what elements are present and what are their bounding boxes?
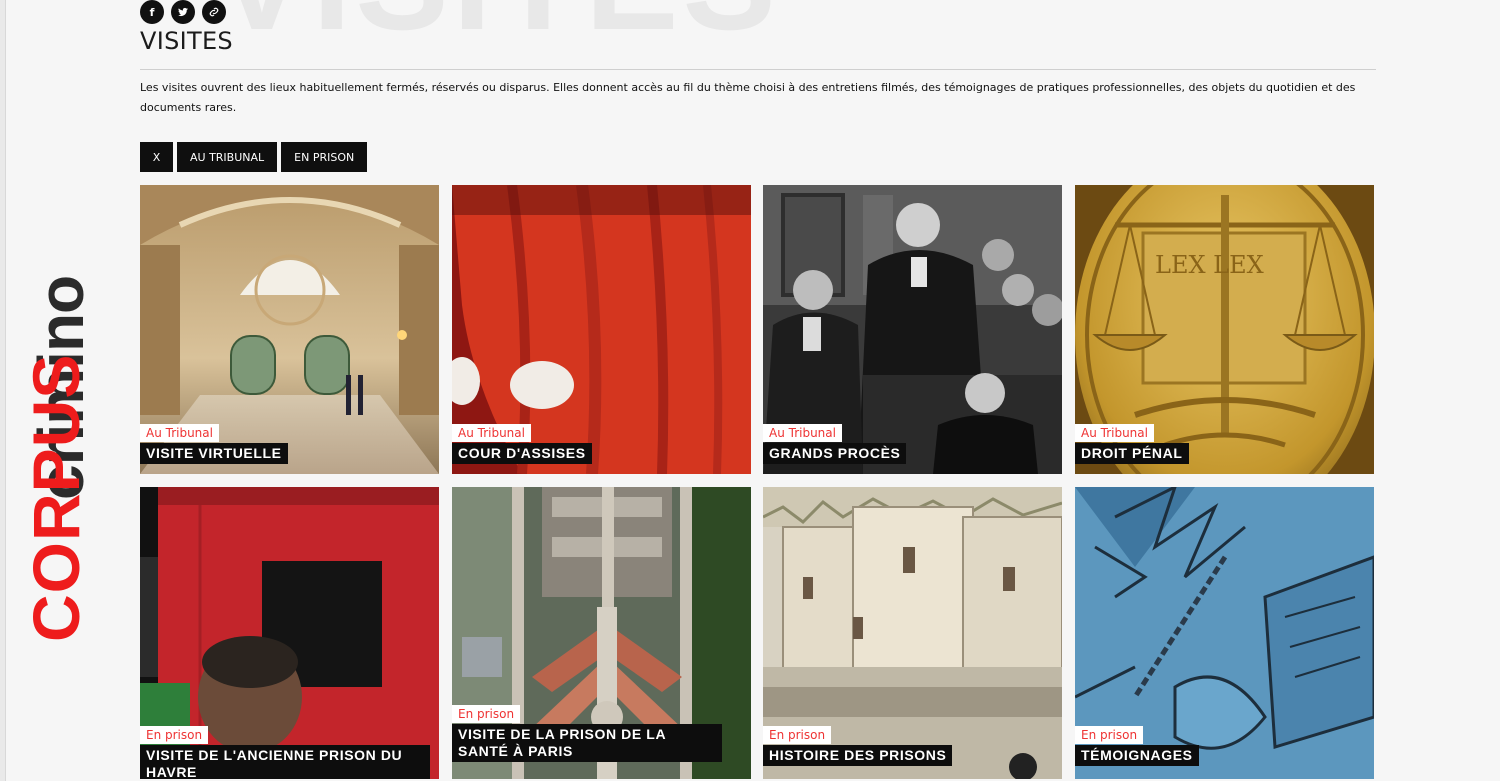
- card-title: GRANDS PROCÈS: [763, 443, 907, 464]
- card-category: Au Tribunal: [763, 424, 842, 442]
- brand-logo[interactable]: crimino CORPUS: [0, 0, 97, 781]
- card-title: TÉMOIGNAGES: [1075, 745, 1199, 766]
- ghost-title: VISITES: [215, 0, 780, 62]
- twitter-icon[interactable]: [171, 0, 195, 24]
- visit-card[interactable]: En prison VISITE DE L'ANCIENNE PRISON DU…: [140, 487, 439, 779]
- card-category: Au Tribunal: [452, 424, 531, 442]
- visit-card[interactable]: En prison HISTOIRE DES PRISONS: [763, 487, 1062, 779]
- intro-text: Les visites ouvrent des lieux habituelle…: [140, 81, 1356, 114]
- visit-card[interactable]: Au Tribunal GRANDS PROCÈS: [763, 185, 1062, 474]
- card-category: En prison: [763, 726, 832, 744]
- filter-au-tribunal-button[interactable]: AU TRIBUNAL: [177, 142, 278, 172]
- medal-inscription: LEX LEX: [1155, 251, 1264, 279]
- card-title: VISITE DE L'ANCIENNE PRISON DU HAVRE: [140, 745, 430, 779]
- title-divider: [140, 69, 1376, 70]
- page-title: VISITES: [140, 27, 233, 55]
- visit-card[interactable]: Au Tribunal COUR D'ASSISES: [452, 185, 751, 474]
- card-category: En prison: [1075, 726, 1144, 744]
- facebook-icon[interactable]: f: [140, 0, 164, 24]
- clear-filter-button[interactable]: X: [140, 142, 173, 172]
- card-title: HISTOIRE DES PRISONS: [763, 745, 953, 766]
- card-title: VISITE DE LA PRISON DE LA SANTÉ À PARIS: [452, 724, 722, 762]
- card-category: En prison: [452, 705, 521, 723]
- brand-line-2: CORPUS: [19, 353, 93, 642]
- visit-card[interactable]: En prison TÉMOIGNAGES: [1075, 487, 1374, 779]
- filter-en-prison-button[interactable]: EN PRISON: [281, 142, 368, 172]
- card-title: VISITE VIRTUELLE: [140, 443, 288, 464]
- card-title: COUR D'ASSISES: [452, 443, 592, 464]
- card-category: Au Tribunal: [1075, 424, 1154, 442]
- card-category: En prison: [140, 726, 209, 744]
- visit-card[interactable]: Au Tribunal VISITE VIRTUELLE: [140, 185, 439, 474]
- card-title: DROIT PÉNAL: [1075, 443, 1189, 464]
- visit-card[interactable]: En prison VISITE DE LA PRISON DE LA SANT…: [452, 487, 751, 779]
- card-category: Au Tribunal: [140, 424, 219, 442]
- link-icon[interactable]: [202, 0, 226, 24]
- filter-bar: X AU TRIBUNAL EN PRISON: [140, 142, 368, 172]
- visit-card[interactable]: LEX LEX Au Tribunal DROIT PÉNAL: [1075, 185, 1374, 474]
- visits-grid: Au Tribunal VISITE VIRTUELLE Au Tribunal…: [140, 185, 1376, 781]
- social-share-bar: f: [140, 0, 226, 24]
